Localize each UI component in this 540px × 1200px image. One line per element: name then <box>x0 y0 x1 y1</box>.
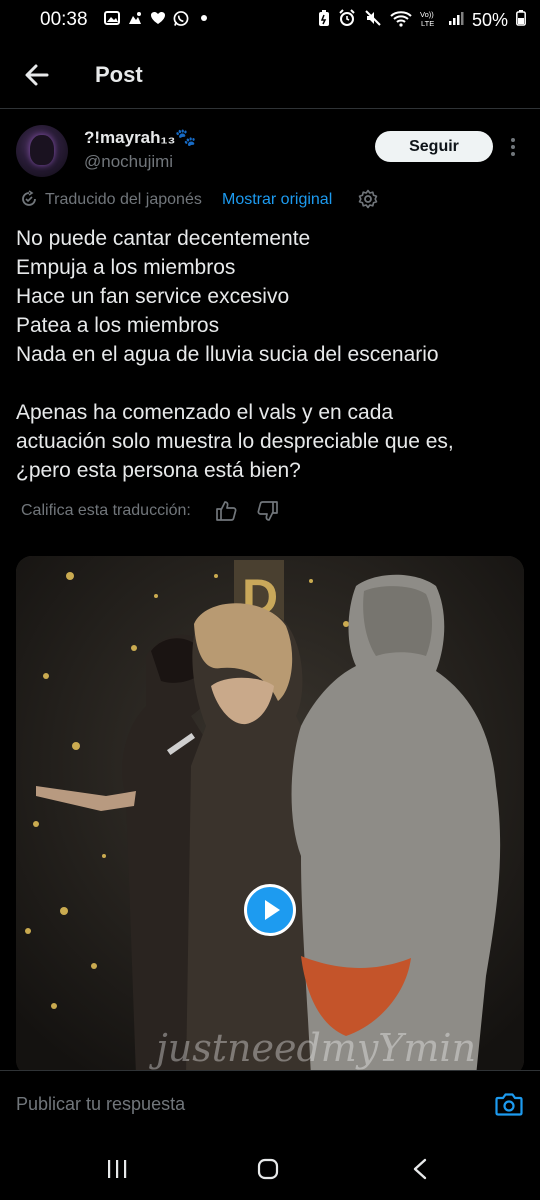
mute-icon <box>364 9 382 32</box>
post-line: Patea a los miembros <box>16 314 220 337</box>
whatsapp-icon <box>173 10 189 26</box>
rate-translation-label: Califica esta traducción: <box>21 502 191 519</box>
post-line: Apenas ha comenzado el vals y en cada <box>16 401 394 424</box>
back-arrow-icon[interactable] <box>20 58 54 92</box>
thumbs-down-icon[interactable] <box>257 500 279 522</box>
thumbs-up-icon[interactable] <box>215 500 237 522</box>
follow-button[interactable]: Seguir <box>375 131 493 162</box>
video-thumbnail[interactable]: D justneedmyYmin <box>16 556 524 1076</box>
author-handle[interactable]: @nochujimi <box>84 152 173 172</box>
signal-icon <box>448 10 464 31</box>
status-bar: 00:38 Vo)) LTE 50% <box>0 0 540 40</box>
top-app-bar: Post <box>0 44 540 109</box>
alarm-icon <box>338 9 356 32</box>
status-right-icons: Vo)) LTE 50% <box>318 9 526 32</box>
battery-icon <box>516 10 526 31</box>
nav-back-icon[interactable] <box>410 1157 430 1181</box>
notification-icon <box>127 10 143 26</box>
translate-icon <box>20 190 38 208</box>
more-options-icon[interactable] <box>505 134 521 160</box>
page-title: Post <box>95 62 143 87</box>
svg-text:LTE: LTE <box>421 19 434 27</box>
gallery-icon <box>104 10 120 26</box>
post-text: No puede cantar decentemente Empuja a lo… <box>16 224 526 485</box>
camera-icon[interactable] <box>495 1091 523 1117</box>
status-time: 00:38 <box>40 9 88 30</box>
post-line: Hace un fan service excesivo <box>16 285 290 308</box>
translation-label: Traducido del japonés <box>45 191 202 208</box>
post-line: No puede cantar decentemente <box>16 227 311 250</box>
home-icon[interactable] <box>256 1157 280 1181</box>
volte-icon: Vo)) LTE <box>420 9 440 32</box>
svg-text:Vo)): Vo)) <box>420 10 434 19</box>
battery-percent: 50% <box>471 10 508 30</box>
author-name[interactable]: ?!mayrah₁₃🐾 <box>84 128 197 148</box>
show-original-link[interactable]: Mostrar original <box>222 191 332 209</box>
video-frame-image: D justneedmyYmin <box>16 556 524 1076</box>
post-line: Nada en el agua de lluvia sucia del esce… <box>16 343 439 366</box>
wifi-icon <box>390 10 412 32</box>
status-left-icons <box>104 10 212 26</box>
avatar[interactable] <box>16 125 68 177</box>
gear-icon[interactable] <box>358 189 378 209</box>
battery-saver-icon <box>318 9 330 32</box>
dot-icon <box>196 10 212 26</box>
heart-icon <box>150 10 166 26</box>
post-line: actuación solo muestra lo despreciable q… <box>16 430 454 453</box>
recents-icon[interactable] <box>104 1158 130 1180</box>
play-button[interactable] <box>244 884 296 936</box>
post-line: ¿pero esta persona está bien? <box>16 459 301 482</box>
video-watermark: justneedmyYmin <box>149 1026 476 1070</box>
reply-input[interactable]: Publicar tu respuesta <box>16 1094 185 1115</box>
post-line: Empuja a los miembros <box>16 256 236 279</box>
